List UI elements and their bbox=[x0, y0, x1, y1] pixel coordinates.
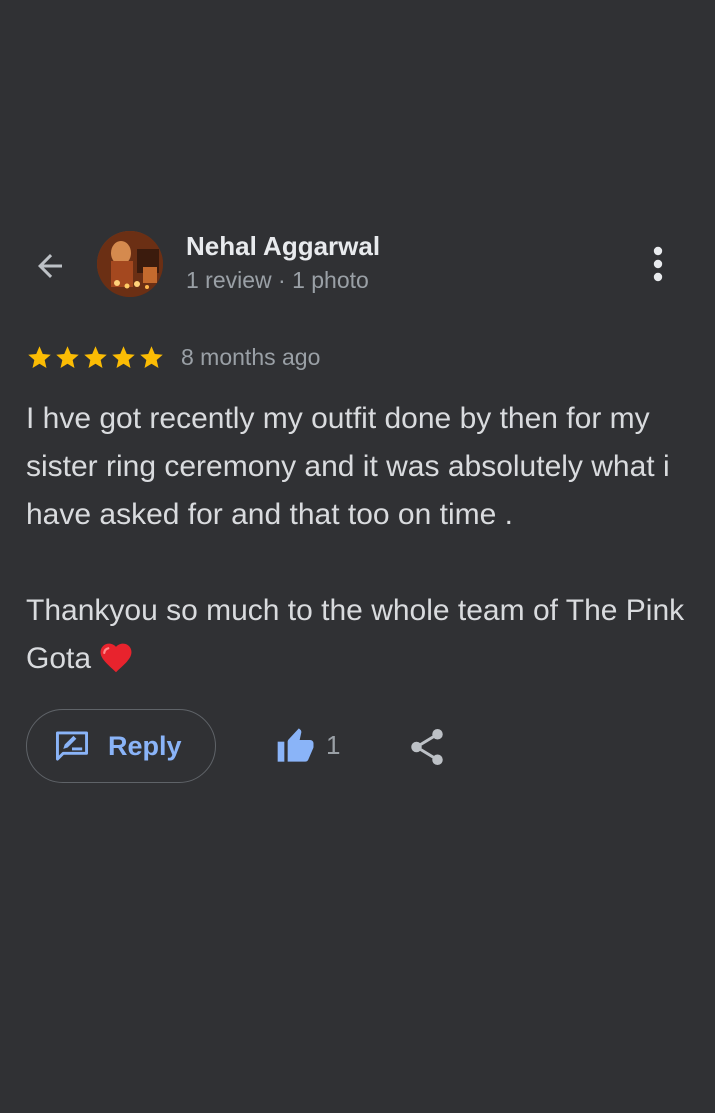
review-time: 8 months ago bbox=[181, 343, 321, 370]
author-name[interactable]: Nehal Aggarwal bbox=[186, 231, 380, 262]
more-vert-icon bbox=[653, 246, 663, 282]
reply-label: Reply bbox=[108, 730, 182, 761]
arrow-back-icon bbox=[38, 254, 62, 278]
red-heart-emoji bbox=[100, 643, 132, 673]
avatar[interactable] bbox=[97, 231, 163, 297]
like-button[interactable]: 1 bbox=[276, 726, 340, 764]
star-icon bbox=[28, 345, 51, 368]
thumb-up-icon bbox=[277, 728, 314, 762]
avatar-photo bbox=[97, 231, 163, 297]
star-rating bbox=[26, 344, 165, 371]
share-button[interactable] bbox=[409, 727, 445, 767]
rate-review-icon bbox=[56, 731, 88, 761]
rating-row: 8 months ago bbox=[26, 339, 320, 375]
author-meta: 1 review · 1 photo bbox=[186, 267, 369, 293]
review-header: Nehal Aggarwal 1 review · 1 photo bbox=[0, 222, 715, 306]
star-icon bbox=[112, 345, 135, 368]
more-options-button[interactable] bbox=[632, 240, 684, 288]
reply-button[interactable]: Reply bbox=[26, 709, 216, 783]
star-icon bbox=[56, 345, 79, 368]
review-text: I hve got recently my outfit done by the… bbox=[26, 402, 685, 675]
review-detail-page: Nehal Aggarwal 1 review · 1 photo 8 mont… bbox=[0, 0, 715, 1113]
back-button[interactable] bbox=[24, 240, 76, 292]
share-icon bbox=[411, 729, 443, 765]
star-icon bbox=[140, 345, 163, 368]
review-body: I hve got recently my outfit done by the… bbox=[26, 395, 691, 683]
star-icon bbox=[84, 345, 107, 368]
like-count: 1 bbox=[326, 729, 341, 760]
